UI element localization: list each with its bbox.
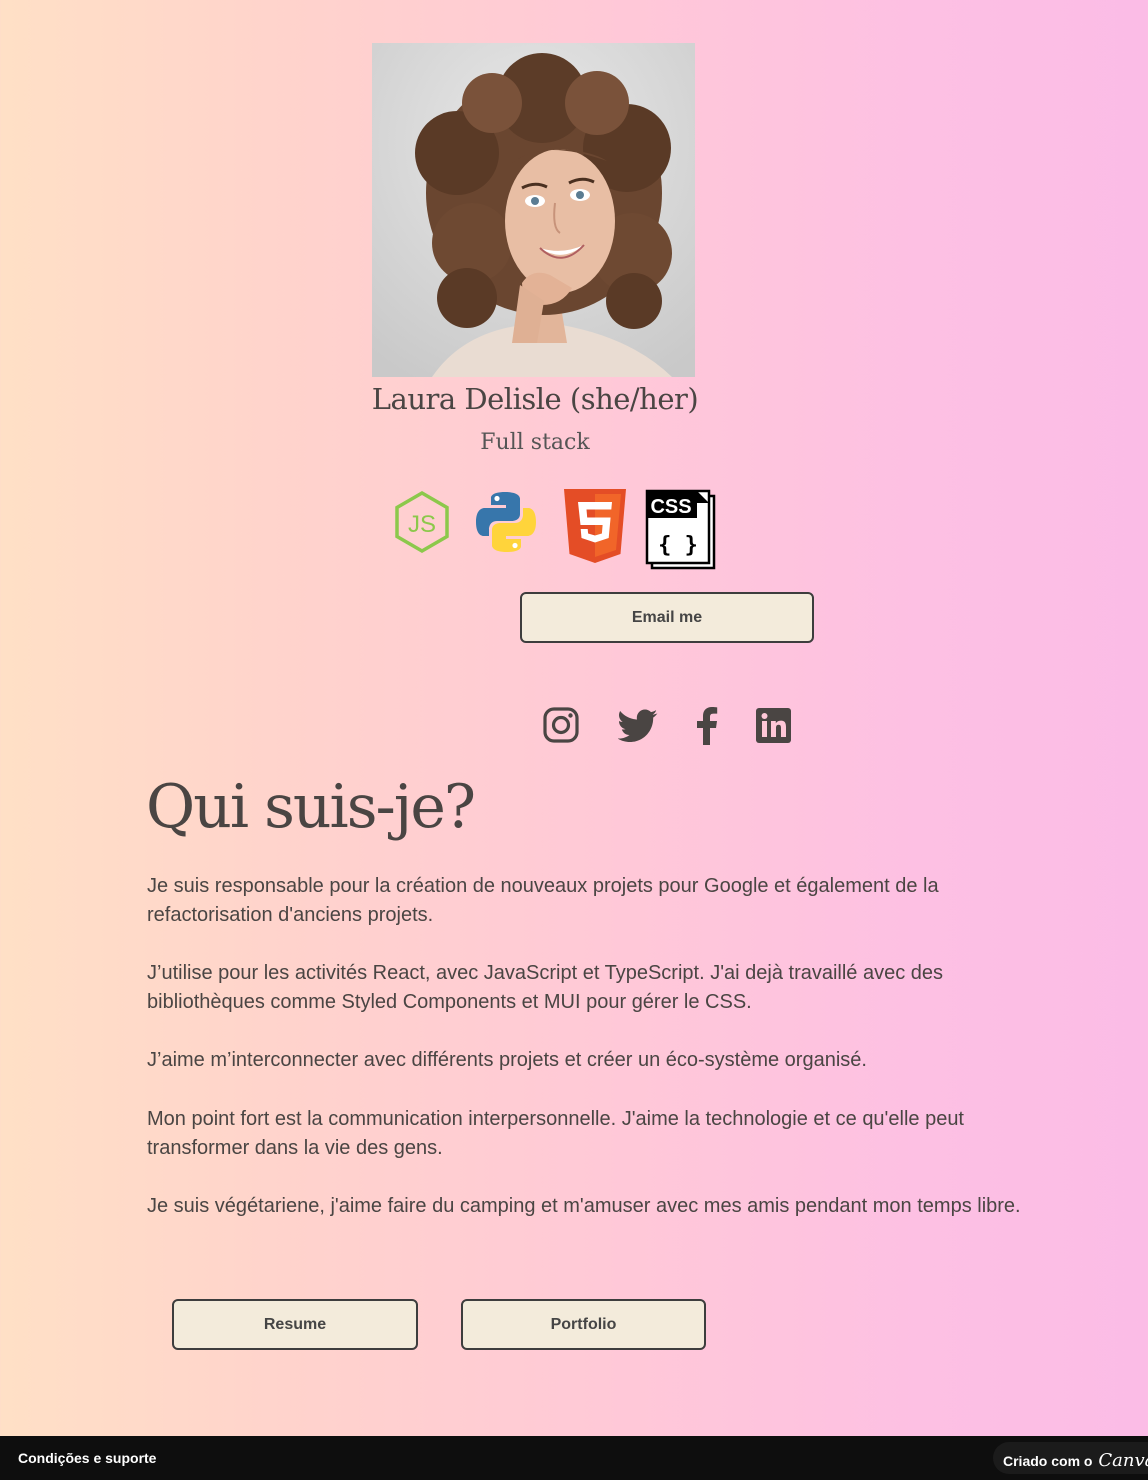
bio-paragraph: Mon point fort est la communication inte… [147, 1108, 964, 1159]
profile-photo [372, 43, 695, 377]
html5-icon [562, 488, 628, 568]
profile-role: Full stack [480, 430, 590, 455]
nodejs-icon: JS [393, 490, 451, 558]
footer-bar: Condições e suporte Criado com o Canva [0, 1436, 1148, 1480]
bio-paragraph: J’aime m’interconnecter avec différents … [147, 1049, 867, 1071]
bio-paragraph: J’utilise pour les activités React, avec… [147, 962, 944, 1013]
svg-text:{ }: { } [658, 533, 698, 558]
canva-logo: Canva [1098, 1450, 1148, 1471]
profile-name: Laura Delisle (she/her) [371, 382, 699, 416]
bio-paragraph: Je suis responsable pour la création de … [147, 875, 939, 926]
facebook-icon[interactable] [694, 707, 718, 749]
python-icon [474, 490, 538, 558]
email-me-button[interactable]: Email me [520, 592, 814, 643]
svg-text:CSS: CSS [650, 496, 691, 518]
made-with-canva-badge[interactable]: Criado com o Canva [993, 1442, 1148, 1474]
made-with-label: Criado com o [1003, 1453, 1093, 1469]
svg-text:JS: JS [408, 511, 436, 538]
portfolio-button[interactable]: Portfolio [461, 1299, 706, 1350]
bio-paragraph: Je suis végétariene, j'aime faire du cam… [147, 1195, 1021, 1217]
linkedin-icon[interactable] [756, 708, 791, 747]
css-icon: CSS { } [644, 488, 718, 574]
about-title: Qui suis-je? [146, 772, 476, 842]
instagram-icon[interactable] [543, 707, 579, 747]
resume-button[interactable]: Resume [172, 1299, 418, 1350]
twitter-icon[interactable] [617, 709, 658, 747]
terms-support-link[interactable]: Condições e suporte [18, 1450, 156, 1466]
